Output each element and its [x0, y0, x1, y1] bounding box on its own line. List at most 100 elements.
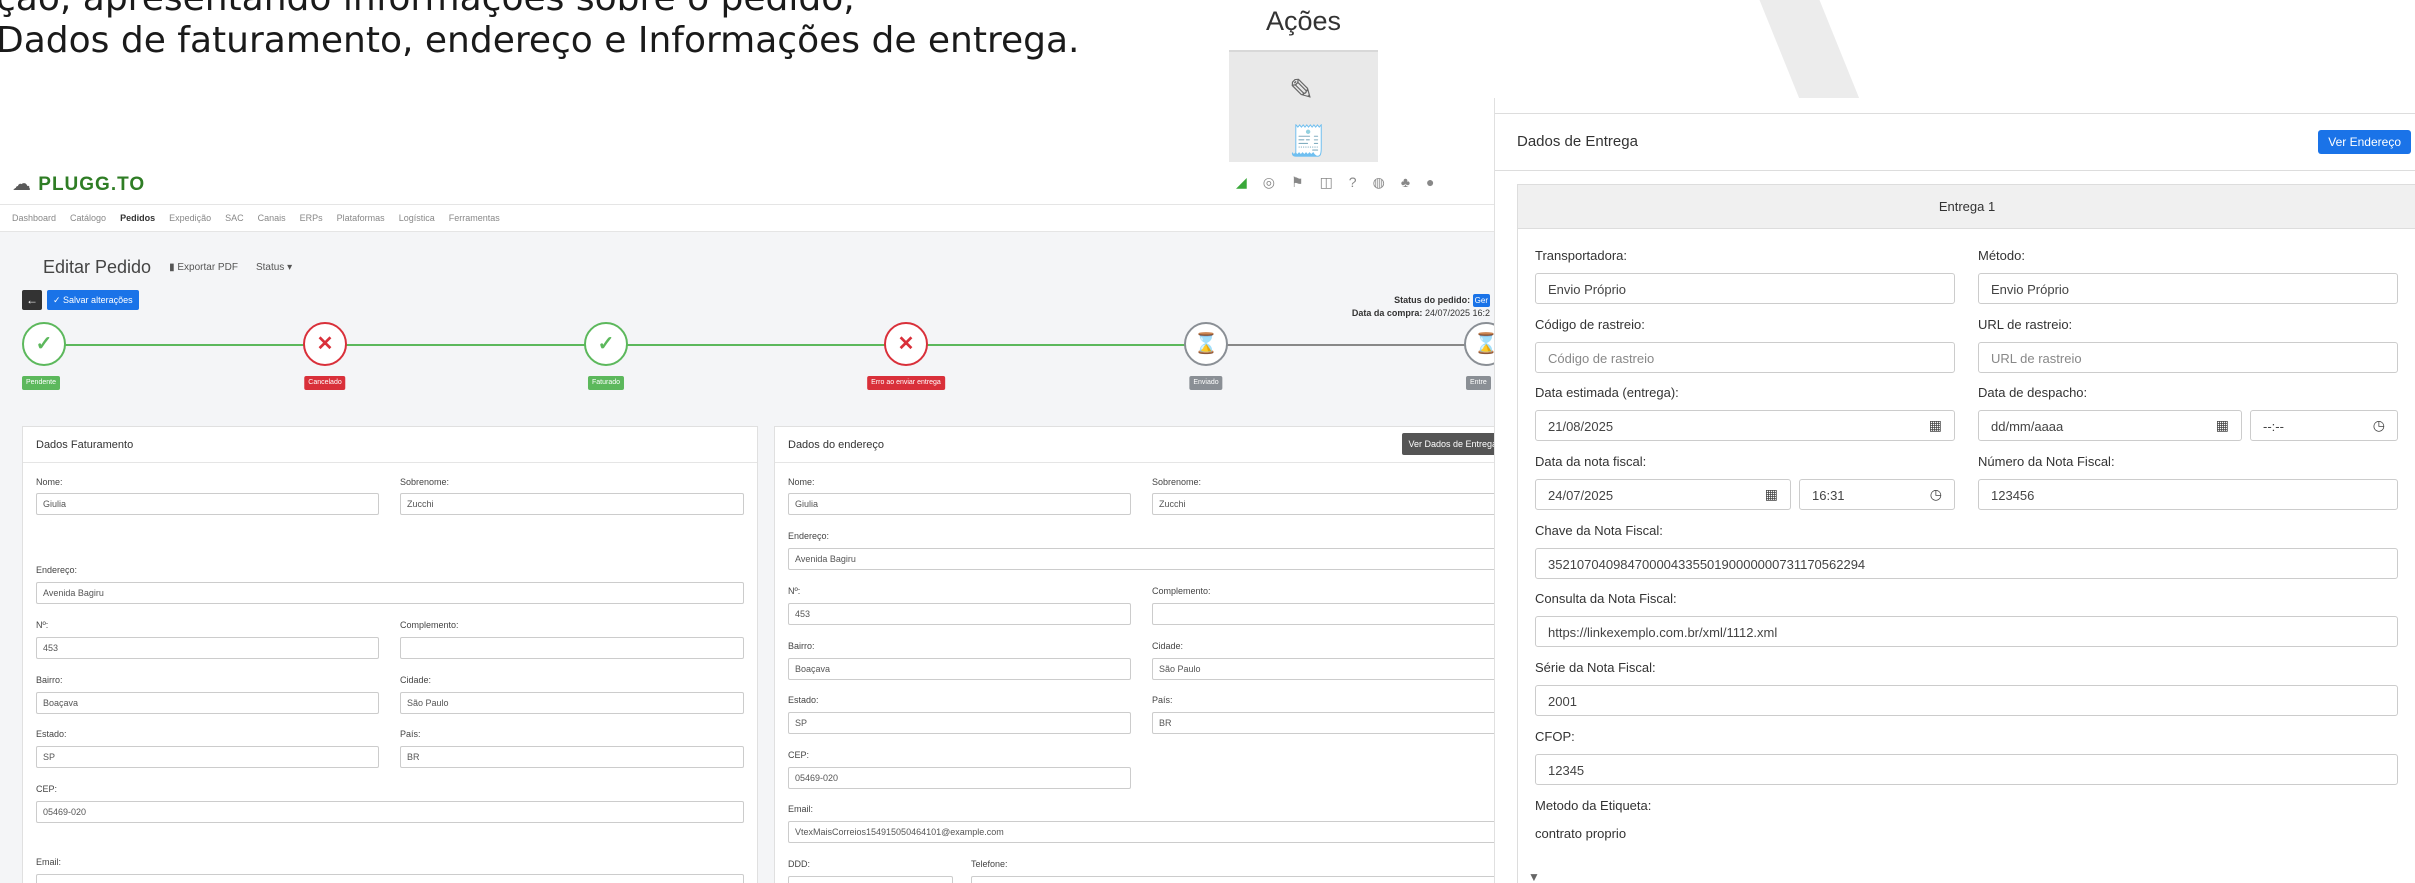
- nav-catalogo[interactable]: Catálogo: [70, 213, 106, 223]
- nav-dashboard[interactable]: Dashboard: [12, 213, 56, 223]
- nav-expedicao[interactable]: Expedição: [169, 213, 211, 223]
- invoice-time-input[interactable]: 16:31 ◷: [1799, 479, 1955, 510]
- timeline-step-6-icon: ⌛: [1464, 322, 1496, 366]
- cep-field[interactable]: 05469-020: [36, 801, 744, 823]
- nav-canais[interactable]: Canais: [258, 213, 286, 223]
- delivery-box: Entrega 1 Transportadora: Envio Próprio …: [1517, 184, 2415, 883]
- plugg-logo[interactable]: ☁ PLUGG.TO: [12, 173, 145, 196]
- chart-icon[interactable]: ◢: [1236, 174, 1247, 191]
- calendar-icon[interactable]: ▦: [1765, 486, 1778, 503]
- cidade-field[interactable]: São Paulo: [1152, 658, 1496, 680]
- delivery-panel-title: Dados de Entrega: [1517, 133, 1638, 150]
- dispatch-time-placeholder: --:--: [2263, 419, 2284, 434]
- nav-logistica[interactable]: Logística: [399, 213, 435, 223]
- view-delivery-data-button[interactable]: Ver Dados de Entrega: [1402, 433, 1496, 455]
- graduation-icon[interactable]: ⚑: [1291, 174, 1304, 191]
- complemento-field[interactable]: [1152, 603, 1496, 625]
- nav-plataformas[interactable]: Plataformas: [337, 213, 385, 223]
- status-dropdown[interactable]: Status ▾: [256, 262, 292, 273]
- sobrenome-field[interactable]: Zucchi: [1152, 493, 1496, 515]
- cfop-input[interactable]: 12345: [1535, 754, 2398, 785]
- nome-field[interactable]: Giulia: [36, 493, 379, 515]
- metodo-label: Método:: [1978, 248, 2025, 263]
- status-label: Status do pedido:: [1394, 295, 1471, 305]
- view-address-button[interactable]: Ver Endereço: [2318, 130, 2411, 154]
- estado-field[interactable]: SP: [788, 712, 1131, 734]
- endereco-label: Endereço:: [36, 565, 78, 575]
- cidade-field[interactable]: São Paulo: [400, 692, 744, 714]
- metodo-field[interactable]: Envio Próprio: [1978, 273, 2398, 304]
- etiqueta-label: Metodo da Etiqueta:: [1535, 798, 1652, 813]
- nome-label: Nome:: [788, 477, 815, 487]
- nome-field[interactable]: Giulia: [788, 493, 1131, 515]
- calendar-icon[interactable]: ▦: [1929, 417, 1942, 434]
- dispatch-date-input[interactable]: dd/mm/aaaa ▦: [1978, 410, 2242, 441]
- estado-label: Estado:: [36, 729, 67, 739]
- calendar-icon[interactable]: ▦: [2216, 417, 2229, 434]
- tracking-url-input[interactable]: URL de rastreio: [1978, 342, 2398, 373]
- notification-icon[interactable]: ●: [1426, 174, 1434, 191]
- endereco-field[interactable]: Avenida Bagiru: [36, 582, 744, 604]
- export-pdf-button[interactable]: ▮ Exportar PDF: [169, 262, 238, 273]
- globe-icon[interactable]: ◍: [1373, 174, 1385, 191]
- consulta-nf-label: Consulta da Nota Fiscal:: [1535, 591, 1677, 606]
- whatsapp-icon[interactable]: ◎: [1263, 174, 1275, 191]
- status-dropdown-label: Status: [255, 262, 285, 273]
- invoice-key-input[interactable]: 3521070409847000043355019000000073117056…: [1535, 548, 2398, 579]
- timeline-step-4-icon: ✕: [884, 322, 928, 366]
- nav-erps[interactable]: ERPs: [300, 213, 323, 223]
- estado-field[interactable]: SP: [36, 746, 379, 768]
- etiqueta-value: contrato proprio: [1535, 826, 1627, 841]
- billing-card-title: Dados Faturamento: [23, 427, 757, 463]
- email-field[interactable]: [36, 874, 744, 883]
- top-bar: ☁ PLUGG.TO ◢ ◎ ⚑ ◫ ? ◍ ♣ ●: [0, 162, 1496, 204]
- tree-icon[interactable]: ♣: [1401, 174, 1410, 191]
- invoice-url-input[interactable]: https://linkexemplo.com.br/xml/1112.xml: [1535, 616, 2398, 647]
- endereco-field[interactable]: Avenida Bagiru: [788, 548, 1496, 570]
- dispatch-time-input[interactable]: --:-- ◷: [2250, 410, 2398, 441]
- numero-field[interactable]: 453: [788, 603, 1131, 625]
- book-icon[interactable]: ◫: [1320, 174, 1333, 191]
- delivery-panel-header: Dados de Entrega Ver Endereço: [1495, 113, 2415, 171]
- transportadora-field[interactable]: Envio Próprio: [1535, 273, 1955, 304]
- tracking-code-input[interactable]: Código de rastreio: [1535, 342, 1955, 373]
- pais-label: País:: [1152, 695, 1173, 705]
- nav-ferramentas[interactable]: Ferramentas: [449, 213, 500, 223]
- receipt-icon[interactable]: 🧾: [1289, 127, 1326, 157]
- nav-sac[interactable]: SAC: [225, 213, 244, 223]
- clock-icon[interactable]: ◷: [2373, 417, 2385, 434]
- numero-field[interactable]: 453: [36, 637, 379, 659]
- timeline-track-pending: [1200, 344, 1496, 346]
- bairro-field[interactable]: Boaçava: [36, 692, 379, 714]
- bairro-field[interactable]: Boaçava: [788, 658, 1131, 680]
- estimated-date-input[interactable]: 21/08/2025 ▦: [1535, 410, 1955, 441]
- sobrenome-field[interactable]: Zucchi: [400, 493, 744, 515]
- pais-field[interactable]: BR: [400, 746, 744, 768]
- export-pdf-label: Exportar PDF: [177, 262, 238, 273]
- save-changes-button[interactable]: ✓ Salvar alterações: [47, 290, 139, 310]
- clock-icon[interactable]: ◷: [1930, 486, 1942, 503]
- invoice-series-input[interactable]: 2001: [1535, 685, 2398, 716]
- complemento-field[interactable]: [400, 637, 744, 659]
- chevron-down-icon[interactable]: ▼: [1528, 870, 1540, 883]
- billing-card: Dados Faturamento Nome: Giulia Sobrenome…: [22, 426, 758, 883]
- telefone-label: Telefone:: [971, 859, 1008, 869]
- cep-label: CEP:: [788, 750, 810, 760]
- back-button[interactable]: ←: [22, 290, 42, 310]
- ddd-field[interactable]: [788, 876, 953, 883]
- email-field[interactable]: VtexMaisCorreios154915050464101@example.…: [788, 821, 1496, 843]
- invoice-date-value: 24/07/2025: [1548, 488, 1614, 503]
- complemento-label: Complemento:: [1152, 586, 1211, 596]
- pencil-icon[interactable]: ✎: [1289, 76, 1314, 106]
- ddd-label: DDD:: [788, 859, 810, 869]
- telefone-field[interactable]: [971, 876, 1496, 883]
- url-rastreio-label: URL de rastreio:: [1978, 317, 2073, 332]
- nav-pedidos[interactable]: Pedidos: [120, 213, 155, 223]
- pais-field[interactable]: BR: [1152, 712, 1496, 734]
- invoice-date-input[interactable]: 24/07/2025 ▦: [1535, 479, 1791, 510]
- serie-nf-label: Série da Nota Fiscal:: [1535, 660, 1656, 675]
- save-label: Salvar alterações: [63, 295, 133, 305]
- invoice-number-input[interactable]: 123456: [1978, 479, 2398, 510]
- help-icon[interactable]: ?: [1349, 174, 1357, 191]
- cep-field[interactable]: 05469-020: [788, 767, 1131, 789]
